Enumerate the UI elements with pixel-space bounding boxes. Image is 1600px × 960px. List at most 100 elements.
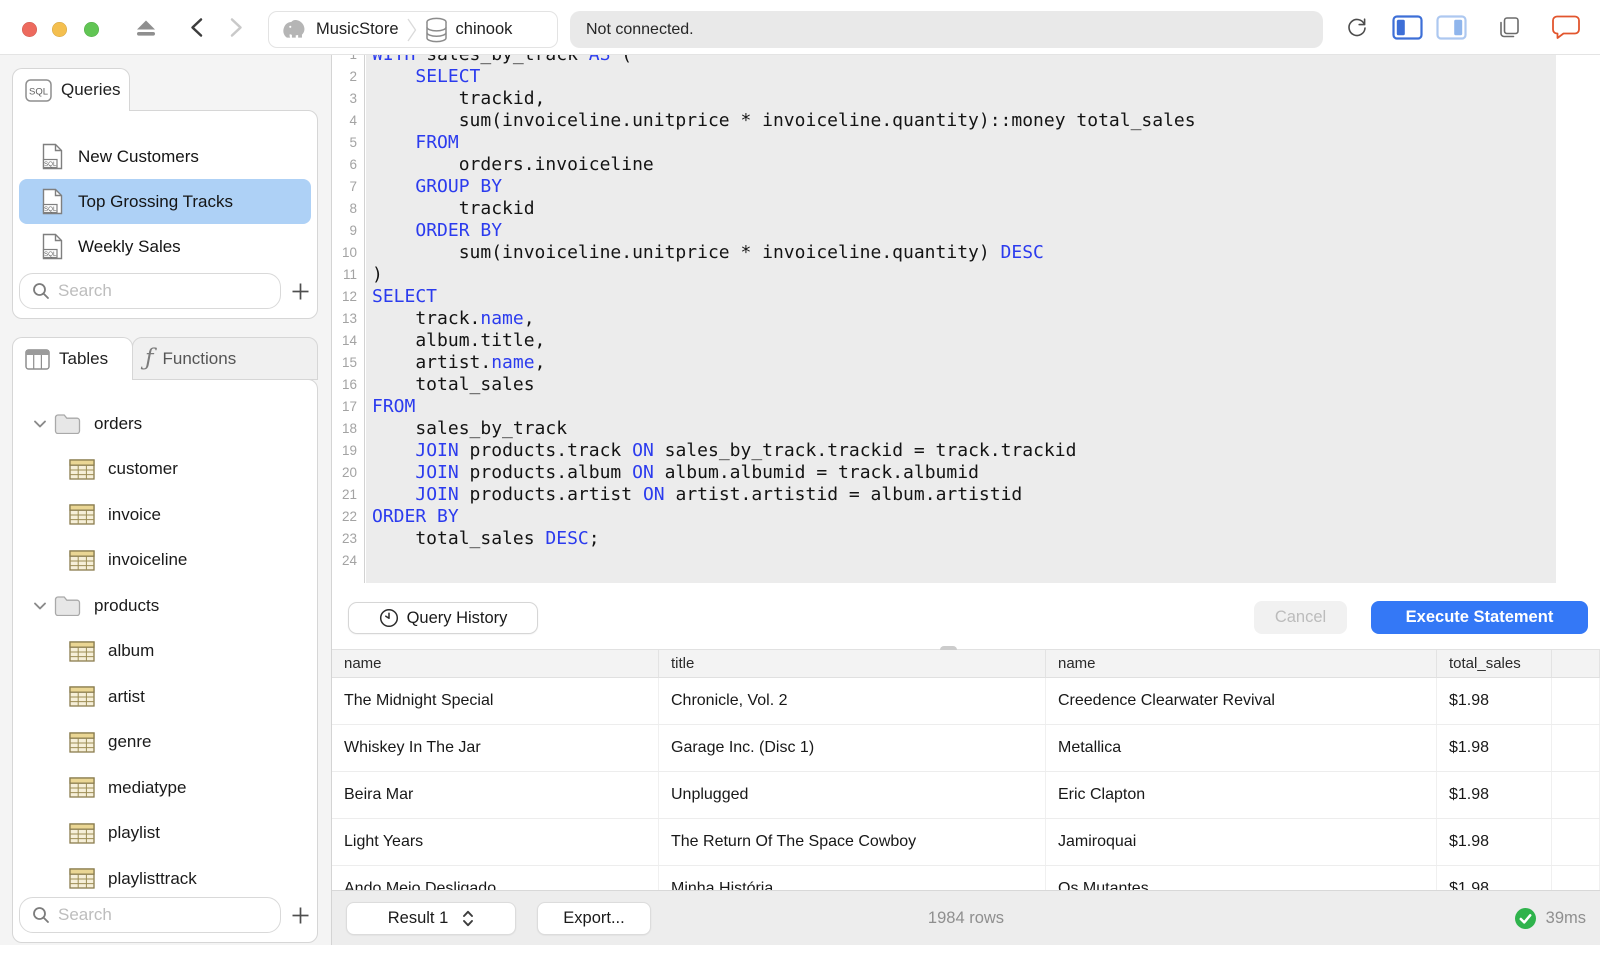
table-cell[interactable]: Whiskey In The Jar: [332, 725, 659, 771]
table-search-input[interactable]: [58, 905, 268, 925]
tree-folder-row[interactable]: products: [13, 583, 317, 629]
chevron-down-icon[interactable]: [33, 601, 47, 611]
table-cell-filler: [1552, 725, 1600, 771]
sql-editor[interactable]: WITH sales_by_track AS ( SELECT trackid,…: [332, 55, 1600, 583]
code-line: GROUP BY: [415, 176, 503, 197]
table-cell[interactable]: $1.98: [1437, 866, 1552, 890]
result-selector[interactable]: Result 1: [346, 902, 516, 935]
line-number: 13: [341, 311, 357, 326]
code-line: total_sales DESC;: [372, 528, 600, 549]
table-cell[interactable]: Minha História: [659, 866, 1046, 890]
zoom-window-button[interactable]: [84, 22, 99, 37]
table-search[interactable]: [19, 897, 281, 933]
svg-text:SQL: SQL: [44, 161, 57, 168]
query-list-item[interactable]: SQL Weekly Sales: [19, 224, 311, 269]
table-cell[interactable]: Metallica: [1046, 725, 1437, 771]
table-cell[interactable]: $1.98: [1437, 819, 1552, 865]
table-cell[interactable]: Os Mutantes: [1046, 866, 1437, 890]
table-label: album: [108, 641, 155, 661]
query-search[interactable]: [19, 273, 281, 309]
tree-table-row[interactable]: playlisttrack: [13, 856, 317, 902]
right-sidebar-toggle-icon[interactable]: [1435, 0, 1467, 55]
table-cell[interactable]: Jamiroquai: [1046, 819, 1437, 865]
table-label: invoice: [108, 504, 161, 524]
tab-queries[interactable]: SQL Queries: [12, 68, 130, 111]
results-header: name title name total_sales: [332, 650, 1600, 678]
table-cell[interactable]: Garage Inc. (Disc 1): [659, 725, 1046, 771]
code-line: FROM: [415, 132, 459, 153]
close-window-button[interactable]: [22, 22, 37, 37]
table-cell[interactable]: Unplugged: [659, 772, 1046, 818]
sql-badge-icon: SQL: [25, 78, 52, 102]
code-area[interactable]: WITH sales_by_track AS ( SELECT trackid,…: [366, 55, 1556, 583]
tab-functions[interactable]: ƒ Functions: [132, 337, 318, 380]
line-number: 3: [349, 91, 357, 106]
table-cell[interactable]: The Midnight Special: [332, 678, 659, 724]
table-cell[interactable]: $1.98: [1437, 678, 1552, 724]
table-row[interactable]: Beira Mar Unplugged Eric Clapton $1.98: [332, 772, 1600, 819]
code-line: SELECT: [415, 66, 481, 87]
tab-tables[interactable]: Tables: [12, 337, 133, 380]
table-row[interactable]: Whiskey In The Jar Garage Inc. (Disc 1) Me…: [332, 725, 1600, 772]
add-query-button[interactable]: [289, 280, 311, 302]
query-search-input[interactable]: [58, 281, 268, 301]
eject-icon[interactable]: [133, 0, 159, 55]
chat-icon[interactable]: [1550, 0, 1582, 55]
line-number: 1: [332, 55, 364, 66]
cancel-button[interactable]: Cancel: [1254, 601, 1347, 634]
tree-table-row[interactable]: artist: [13, 674, 317, 720]
forward-icon[interactable]: [226, 0, 246, 55]
line-number: 9: [349, 223, 357, 238]
tree-table-row[interactable]: invoice: [13, 492, 317, 538]
column-header[interactable]: name: [1046, 650, 1437, 677]
left-sidebar-toggle-icon[interactable]: [1391, 0, 1423, 55]
minimize-window-button[interactable]: [52, 22, 67, 37]
refresh-icon[interactable]: [1344, 0, 1370, 55]
tree-folder-row[interactable]: orders: [13, 401, 317, 447]
title-bar: MusicStore chinook Not connected.: [0, 0, 1600, 55]
table-cell[interactable]: $1.98: [1437, 725, 1552, 771]
success-check-icon: [1514, 907, 1537, 930]
tree-table-row[interactable]: mediatype: [13, 765, 317, 811]
chevron-down-icon[interactable]: [33, 419, 47, 429]
column-header[interactable]: title: [659, 650, 1046, 677]
query-history-button[interactable]: Query History: [348, 602, 538, 634]
table-cell[interactable]: $1.98: [1437, 772, 1552, 818]
results-body: The Midnight Special Chronicle, Vol. 2 Cre…: [332, 678, 1600, 890]
tree-table-row[interactable]: customer: [13, 447, 317, 493]
windows-icon[interactable]: [1495, 0, 1523, 55]
back-icon[interactable]: [186, 0, 206, 55]
table-cell[interactable]: Beira Mar: [332, 772, 659, 818]
table-cell[interactable]: Eric Clapton: [1046, 772, 1437, 818]
table-cell[interactable]: Creedence Clearwater Revival: [1046, 678, 1437, 724]
table-cell[interactable]: The Return Of The Space Cowboy: [659, 819, 1046, 865]
export-button[interactable]: Export...: [537, 902, 651, 935]
svg-text:SQL: SQL: [44, 251, 57, 258]
tree-table-row[interactable]: genre: [13, 720, 317, 766]
table-cell[interactable]: Ando Meio Desligado: [332, 866, 659, 890]
breadcrumb-server[interactable]: MusicStore: [281, 18, 399, 41]
column-header[interactable]: total_sales: [1437, 650, 1552, 677]
pane-divider[interactable]: [332, 641, 1600, 654]
column-header[interactable]: name: [332, 650, 659, 677]
table-cell[interactable]: Chronicle, Vol. 2: [659, 678, 1046, 724]
breadcrumb-database[interactable]: chinook: [425, 17, 513, 43]
add-table-button[interactable]: [289, 904, 311, 926]
table-row[interactable]: Light Years The Return Of The Space Cowbo…: [332, 819, 1600, 866]
table-label: genre: [108, 732, 152, 752]
query-list-item[interactable]: SQL Top Grossing Tracks: [19, 179, 311, 224]
database-name: chinook: [455, 20, 513, 38]
table-row[interactable]: Ando Meio Desligado Minha História Os Muta…: [332, 866, 1600, 890]
line-number: 22: [341, 509, 357, 524]
tree-table-row[interactable]: playlist: [13, 811, 317, 857]
execute-statement-button[interactable]: Execute Statement: [1371, 601, 1588, 634]
line-number: 4: [349, 113, 357, 128]
query-list-item[interactable]: SQL New Customers: [19, 134, 311, 179]
tree-table-row[interactable]: invoiceline: [13, 538, 317, 584]
tree-table-row[interactable]: album: [13, 629, 317, 675]
table-cell[interactable]: Light Years: [332, 819, 659, 865]
table-row[interactable]: The Midnight Special Chronicle, Vol. 2 Cre…: [332, 678, 1600, 725]
connection-status: Not connected.: [570, 11, 1323, 48]
sql-file-icon: SQL: [41, 188, 64, 215]
query-label: New Customers: [78, 146, 199, 166]
